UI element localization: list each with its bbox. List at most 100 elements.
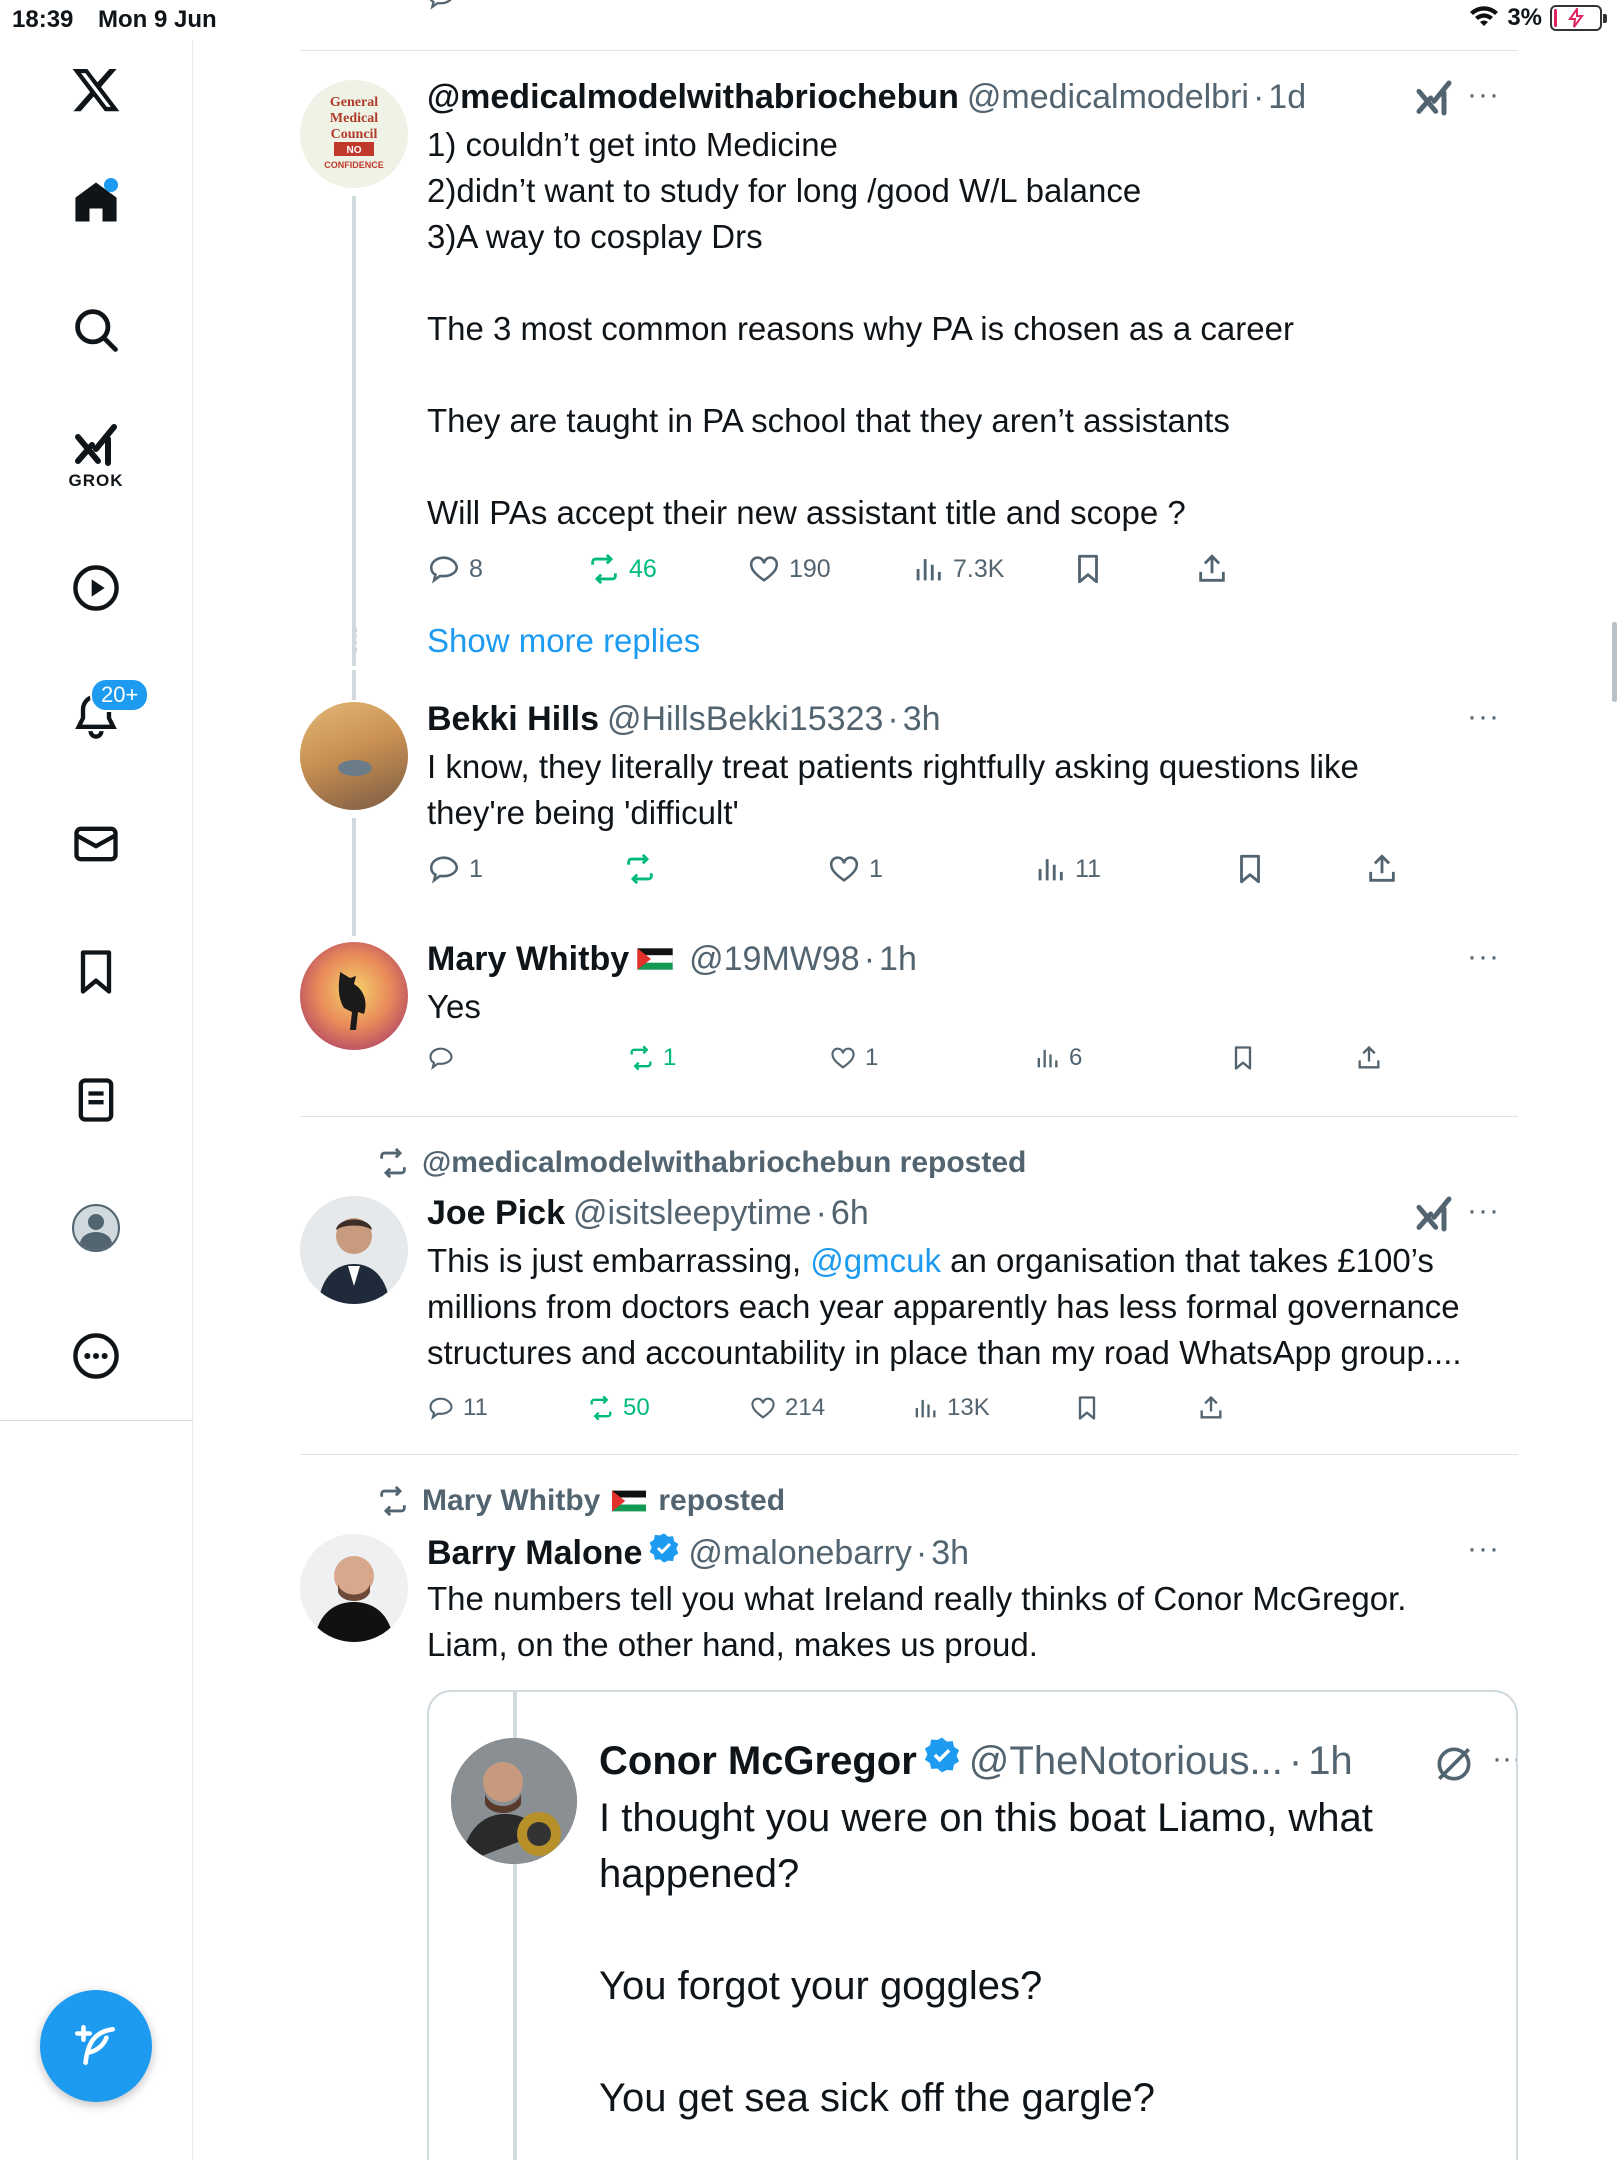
mail-icon [74,826,118,862]
like-count-top[interactable]: ♡ 16 [748,0,792,2]
show-more-replies-link[interactable]: Show more replies [427,622,700,660]
user-handle[interactable]: @19MW98 [689,940,860,979]
more-options-icon[interactable]: ··· [1467,1532,1500,1566]
tweet-time[interactable]: 1h [1308,1739,1353,1784]
tweet-time[interactable]: 6h [831,1194,869,1233]
quoted-tweet[interactable]: Conor McGregor @TheNotorious... · 1h ···… [427,1690,1518,2160]
more-circle-icon [73,1333,119,1379]
bookmark-icon[interactable]: ▯ [1070,0,1082,2]
grok-icon[interactable] [1414,1194,1454,1234]
partial-action-bar: ⟲ 2 ♡ 16 ılı 534 ▯ ⇪ [300,0,1518,26]
user-handle[interactable]: @TheNotorious... [969,1739,1283,1784]
reply-button[interactable]: 8 [427,552,483,586]
sidebar-item-explore[interactable] [46,280,146,380]
heart-icon [751,1397,775,1419]
grok-icon[interactable] [1414,78,1454,118]
views-button[interactable]: 7.3K [911,552,1004,586]
views-count-top[interactable]: ılı 534 [912,0,966,2]
bookmark-icon [1078,1396,1096,1420]
display-name[interactable]: Bekki Hills [427,700,599,739]
play-icon [73,565,119,611]
like-button[interactable]: 190 [747,552,831,586]
sidebar-item-messages[interactable] [46,794,146,894]
sidebar-divider [0,1420,193,1421]
user-handle[interactable]: @medicalmodelbri [967,78,1249,117]
repost-icon [380,1147,406,1179]
reply-icon [429,1397,453,1420]
share-button[interactable] [1365,852,1399,886]
tweet-header: @medicalmodelwithabriochebun @medicalmod… [427,78,1307,117]
views-icon [915,1399,936,1418]
sidebar-item-grok[interactable]: GROK [46,406,146,506]
bookmark-icon [1240,854,1260,884]
repost-button[interactable] [623,852,665,886]
repost-button[interactable]: 46 [587,552,657,586]
more-options-icon[interactable]: ··· [1467,1194,1500,1228]
grok-icon[interactable] [1432,1742,1476,1786]
repost-button[interactable]: 50 [587,1394,650,1422]
views-button[interactable]: 11 [1033,852,1101,886]
mention-link[interactable]: @gmcuk [810,1242,941,1279]
sidebar: GROK 20+ [0,40,193,2160]
views-button[interactable]: 6 [1033,1044,1082,1072]
palestine-flag-icon [637,948,674,970]
compose-button[interactable] [40,1990,152,2102]
tweet-text: The numbers tell you what Ireland really… [427,1580,1407,1663]
thread-gap [354,628,357,652]
more-options-icon[interactable]: ··· [1467,940,1500,974]
reply-icon[interactable] [424,0,458,12]
sidebar-item-video[interactable] [46,538,146,638]
display-name[interactable]: Mary Whitby [427,940,629,979]
avatar-text: Council [331,127,378,142]
reply-button[interactable] [427,1044,463,1072]
views-button[interactable]: 13K [911,1394,990,1422]
reply-icon [429,556,459,584]
like-button[interactable]: 214 [749,1394,825,1422]
tweet-time[interactable]: 1h [879,940,917,979]
like-button[interactable]: 1 [829,1044,878,1072]
display-name[interactable]: @medicalmodelwithabriochebun [427,78,959,117]
display-name[interactable]: Conor McGregor [599,1739,917,1784]
more-options-icon[interactable]: ··· [1467,78,1500,112]
reply-button[interactable]: 1 [427,852,483,886]
share-button[interactable] [1197,1394,1225,1422]
repost-context: @medicalmodelwithabriochebun reposted [376,1146,1026,1180]
sidebar-item-more[interactable] [46,1306,146,1406]
avatar-text: General [330,95,378,110]
scrollbar[interactable] [1612,622,1617,702]
bookmark-button[interactable] [1073,1394,1101,1422]
more-options-icon[interactable]: ··· [1467,700,1500,734]
sidebar-item-profile[interactable] [46,1178,146,1278]
display-name[interactable]: Barry Malone [427,1534,642,1573]
bookmark-icon [80,950,112,994]
user-handle[interactable]: @isitsleepytime [573,1194,812,1233]
avatar [300,1534,408,1642]
share-button[interactable] [1355,1044,1383,1072]
bookmark-icon [1078,554,1098,584]
x-logo-icon[interactable] [46,40,146,140]
bookmark-button[interactable] [1071,552,1105,586]
more-options-icon[interactable]: ··· [1492,1742,1516,1776]
sidebar-item-notifications[interactable]: 20+ [46,666,150,766]
sidebar-item-bookmarks[interactable] [46,922,146,1022]
display-name[interactable]: Joe Pick [427,1194,565,1233]
like-button[interactable]: 1 [827,852,883,886]
avatar [72,1204,120,1252]
tweet-time[interactable]: 3h [903,700,941,739]
tweet-time[interactable]: 1d [1268,78,1306,117]
share-button[interactable] [1195,552,1229,586]
repost-button[interactable]: 1 [627,1044,676,1072]
tweet-time[interactable]: 3h [931,1534,969,1573]
sidebar-item-lists[interactable] [46,1050,146,1150]
heart-icon [749,556,779,582]
reply-icon [429,1047,453,1070]
repost-context-text[interactable]: @medicalmodelwithabriochebun reposted [422,1146,1026,1180]
bookmark-button[interactable] [1233,852,1267,886]
user-handle[interactable]: @HillsBekki15323 [607,700,883,739]
reply-button[interactable]: 11 [427,1394,488,1422]
repost-context-name[interactable]: Mary Whitby [422,1484,600,1518]
repost-icon [380,1485,406,1517]
user-handle[interactable]: @malonebarry [688,1534,912,1573]
sidebar-item-home[interactable] [46,152,146,252]
bookmark-button[interactable] [1229,1044,1257,1072]
